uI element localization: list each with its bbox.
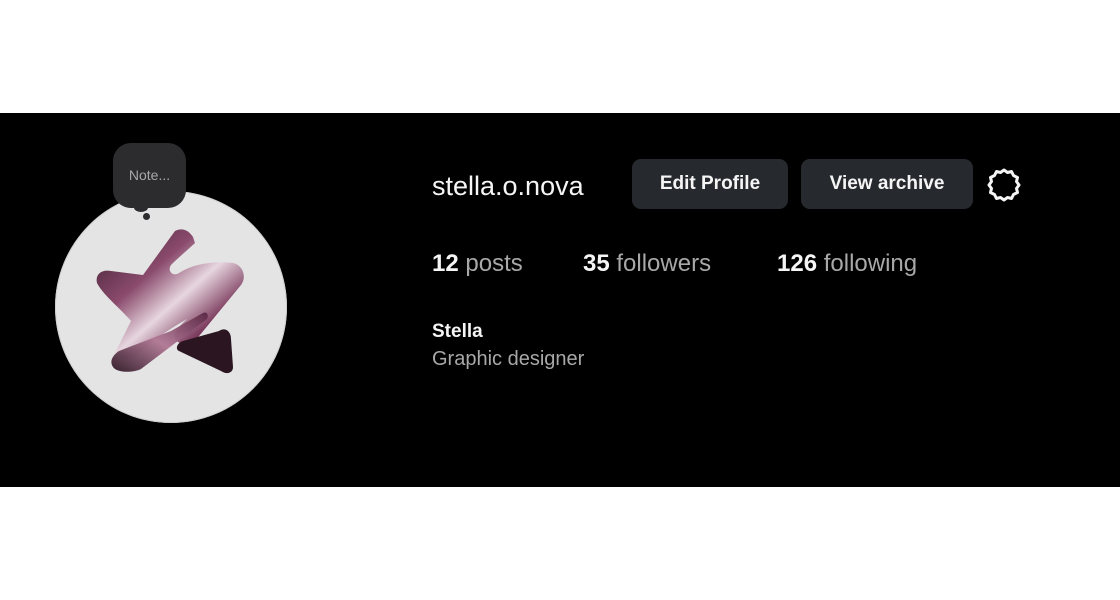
note-bubble[interactable]: Note... — [113, 143, 186, 208]
profile-avatar[interactable] — [55, 191, 287, 423]
settings-button[interactable] — [985, 166, 1023, 204]
posts-count: 12 posts — [432, 247, 523, 281]
followers-link[interactable]: 35 followers — [583, 247, 711, 281]
full-name: Stella — [432, 321, 483, 342]
bio-text: Graphic designer — [432, 348, 585, 370]
following-link[interactable]: 126 following — [777, 247, 917, 281]
edit-profile-button[interactable]: Edit Profile — [632, 159, 788, 209]
note-bubble-tail-dot — [143, 213, 150, 220]
followers-number: 35 — [583, 250, 610, 277]
followers-label: followers — [616, 250, 712, 277]
view-archive-button[interactable]: View archive — [801, 159, 973, 209]
posts-number: 12 — [432, 250, 459, 277]
star-logo-icon — [96, 229, 244, 374]
following-number: 126 — [777, 250, 818, 277]
posts-label: posts — [465, 250, 523, 277]
note-text: Note... — [128, 166, 171, 183]
following-label: following — [823, 250, 918, 277]
gear-icon — [987, 168, 1021, 202]
username: stella.o.nova — [432, 171, 584, 201]
note-bubble-tail — [134, 203, 148, 212]
